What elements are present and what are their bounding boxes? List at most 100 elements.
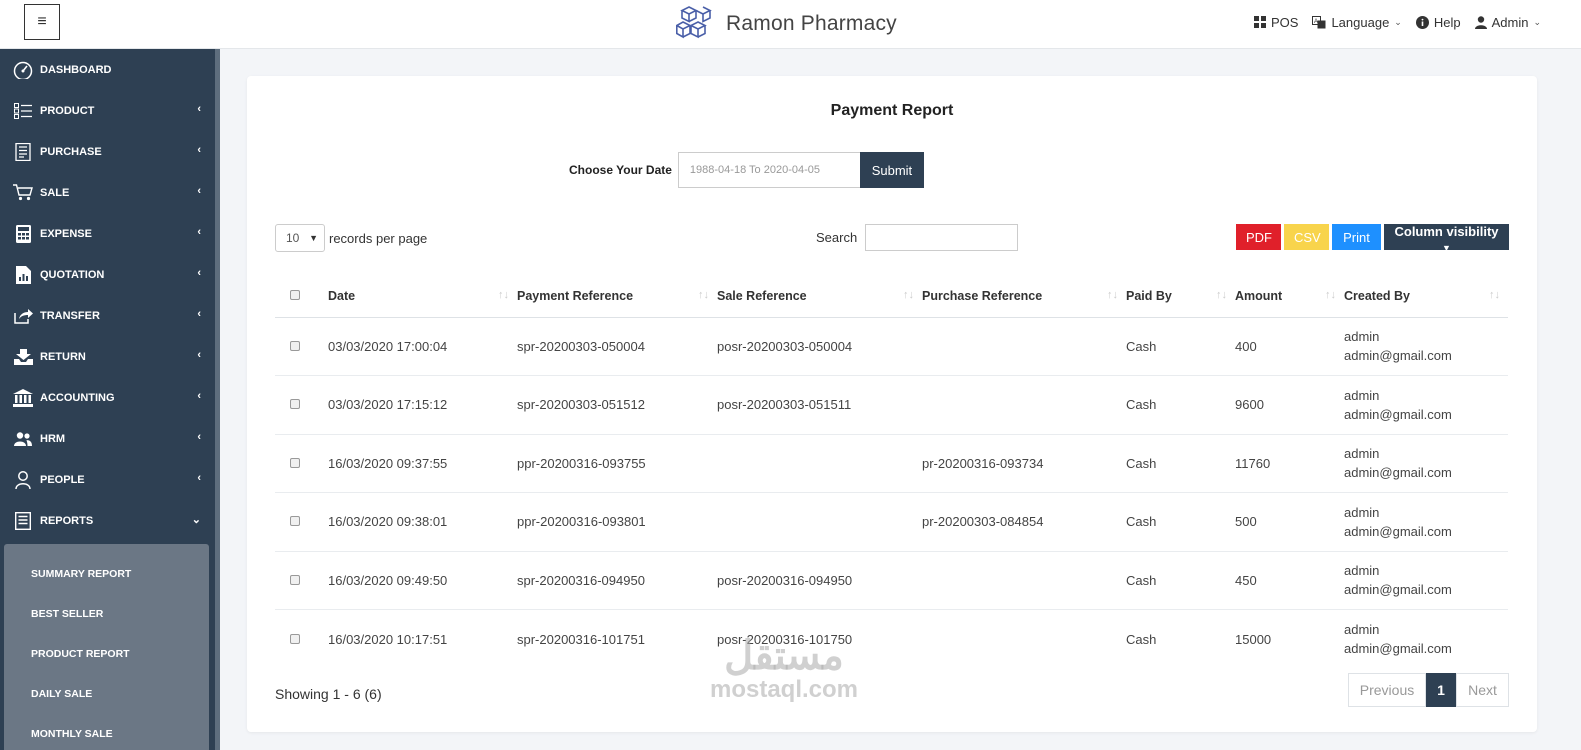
admin-dropdown[interactable]: Admin ⌄ — [1474, 15, 1541, 30]
sidebar-item-reports[interactable]: REPORTS ⌄ — [0, 500, 215, 541]
row-checkbox[interactable] — [290, 633, 300, 644]
sidebar-item-hrm[interactable]: HRM ‹ — [0, 418, 215, 459]
column-header-amount[interactable]: Amount ↑↓ — [1235, 276, 1344, 318]
column-header-purchase-reference[interactable]: Purchase Reference ↑↓ — [922, 276, 1126, 318]
creator-name: admin — [1344, 387, 1380, 403]
page-length-control: 10 ▼ records per page — [275, 224, 427, 252]
sale-reference-cell — [717, 434, 922, 493]
row-checkbox[interactable] — [290, 516, 300, 527]
language-label: Language — [1331, 14, 1390, 30]
submenu-item-summary-report[interactable]: SUMMARY REPORT — [4, 554, 209, 594]
payment-table: Date ↑↓ Payment Reference ↑↓ Sale Referenc… — [275, 276, 1508, 668]
column-header-payment-reference[interactable]: Payment Reference ↑↓ — [517, 276, 717, 318]
select-all-checkbox[interactable] — [290, 290, 300, 301]
column-header-date[interactable]: Date ↑↓ — [328, 276, 517, 318]
row-checkbox[interactable] — [290, 457, 300, 468]
sidebar-item-accounting[interactable]: ACCOUNTING ‹ — [0, 377, 215, 418]
sidebar-item-return[interactable]: RETURN ‹ — [0, 336, 215, 377]
date-filter: Choose Your Date Submit — [569, 152, 924, 188]
column-label: Date — [328, 289, 356, 304]
sidebar-item-people[interactable]: PEOPLE ‹ — [0, 459, 215, 500]
calculator-icon — [12, 223, 34, 245]
amount-cell: 9600 — [1235, 375, 1344, 435]
creator-email: admin@gmail.com — [1344, 406, 1452, 422]
brand-name: Ramon Pharmacy — [726, 12, 897, 35]
next-page-button[interactable]: Next — [1456, 673, 1509, 707]
column-header-created-by[interactable]: Created By ↑↓ — [1344, 276, 1508, 318]
created-by-cell: admin admin@gmail.com — [1344, 551, 1508, 610]
sort-icon: ↑↓ — [498, 289, 509, 301]
top-navbar: ≡ Ramon Pharmacy POS A Language ⌄ Help A… — [0, 0, 1581, 49]
hamburger-menu-button[interactable]: ≡ — [24, 4, 60, 40]
date-range-input[interactable] — [677, 152, 860, 188]
sidebar-item-transfer[interactable]: TRANSFER ‹ — [0, 295, 215, 336]
purchase-reference-cell — [922, 610, 1126, 669]
table-info: Showing 1 - 6 (6) — [275, 686, 382, 702]
help-link[interactable]: Help — [1415, 14, 1461, 30]
chevron-down-icon: ⌄ — [191, 514, 201, 526]
row-checkbox[interactable] — [290, 574, 300, 585]
chevron-left-icon: ‹ — [197, 103, 201, 115]
sidebar-item-label: ACCOUNTING — [40, 391, 115, 404]
document-chart-icon — [12, 264, 34, 286]
sidebar-scrollbar[interactable] — [215, 49, 220, 750]
previous-page-button[interactable]: Previous — [1348, 673, 1426, 707]
payment-report-card: Payment Report Choose Your Date Submit 1… — [247, 76, 1537, 732]
pos-link[interactable]: POS — [1253, 15, 1298, 30]
amount-cell: 15000 — [1235, 631, 1272, 647]
row-checkbox[interactable] — [290, 340, 300, 351]
watermark-arabic: مستقل — [724, 634, 844, 678]
column-label: Amount — [1235, 289, 1283, 304]
submenu-item-monthly-sale[interactable]: MONTHLY SALE — [4, 714, 209, 750]
date-cell: 03/03/2020 17:00:04 — [328, 317, 517, 376]
created-by-cell: admin admin@gmail.com — [1344, 492, 1508, 552]
dropdown-arrow-icon: ▼ — [309, 233, 318, 243]
page-length-value: 10 — [286, 231, 300, 245]
purchase-reference-cell: pr-20200303-084854 — [922, 492, 1126, 552]
page-length-select[interactable]: 10 ▼ — [275, 224, 325, 252]
sidebar-item-purchase[interactable]: PURCHASE ‹ — [0, 131, 215, 172]
sidebar-item-dashboard[interactable]: DASHBOARD — [0, 49, 215, 90]
submenu-item-daily-sale[interactable]: DAILY SALE — [4, 674, 209, 714]
page-1-button[interactable]: 1 — [1426, 673, 1456, 707]
purchase-reference-cell — [922, 317, 1126, 376]
list-icon — [12, 100, 34, 122]
watermark: مستقل mostaql.com — [688, 636, 880, 704]
print-button[interactable]: Print — [1332, 224, 1381, 250]
amount-cell: 400 — [1235, 317, 1344, 376]
help-label: Help — [1433, 14, 1461, 30]
csv-button[interactable]: CSV — [1284, 224, 1329, 250]
select-all-header — [275, 276, 328, 318]
pdf-button[interactable]: PDF — [1236, 224, 1281, 250]
sidebar-item-expense[interactable]: EXPENSE ‹ — [0, 213, 215, 254]
sidebar-item-product[interactable]: PRODUCT ‹ — [0, 90, 215, 131]
column-header-paid-by[interactable]: Paid By ↑↓ — [1126, 276, 1235, 318]
date-cell: 16/03/2020 09:37:55 — [328, 434, 517, 493]
sidebar-item-quotation[interactable]: QUOTATION ‹ — [0, 254, 215, 295]
amount-cell: 450 — [1235, 551, 1344, 610]
column-visibility-label: Column visibility — [1394, 224, 1499, 239]
sidebar-item-sale[interactable]: SALE ‹ — [0, 172, 215, 213]
sidebar-item-label: RETURN — [40, 350, 86, 363]
sidebar-item-label: TRANSFER — [40, 309, 100, 322]
chevron-left-icon: ‹ — [197, 390, 201, 402]
column-header-sale-reference[interactable]: Sale Reference ↑↓ — [717, 276, 922, 318]
chevron-down-icon: ⌄ — [1394, 16, 1402, 27]
receipt-icon — [12, 141, 34, 163]
sort-icon: ↑↓ — [1325, 289, 1336, 301]
creator-email: admin@gmail.com — [1344, 641, 1452, 656]
bank-icon — [12, 387, 34, 409]
payment-reference-cell: ppr-20200316-093755 — [517, 434, 717, 493]
submit-button[interactable]: Submit — [859, 152, 924, 188]
date-cell: 16/03/2020 09:49:50 — [328, 551, 517, 610]
submenu-item-product-report[interactable]: PRODUCT REPORT — [4, 634, 209, 674]
language-dropdown[interactable]: A Language ⌄ — [1312, 14, 1402, 30]
row-checkbox[interactable] — [290, 399, 300, 410]
chevron-left-icon: ‹ — [197, 226, 201, 238]
submenu-item-best-seller[interactable]: BEST SELLER — [4, 594, 209, 634]
brand[interactable]: Ramon Pharmacy — [676, 4, 897, 44]
search-input[interactable] — [865, 224, 1019, 251]
sidebar-item-label: DASHBOARD — [40, 63, 112, 76]
chevron-left-icon: ‹ — [197, 267, 201, 279]
column-visibility-button[interactable]: Column visibility ▼ — [1384, 224, 1509, 253]
